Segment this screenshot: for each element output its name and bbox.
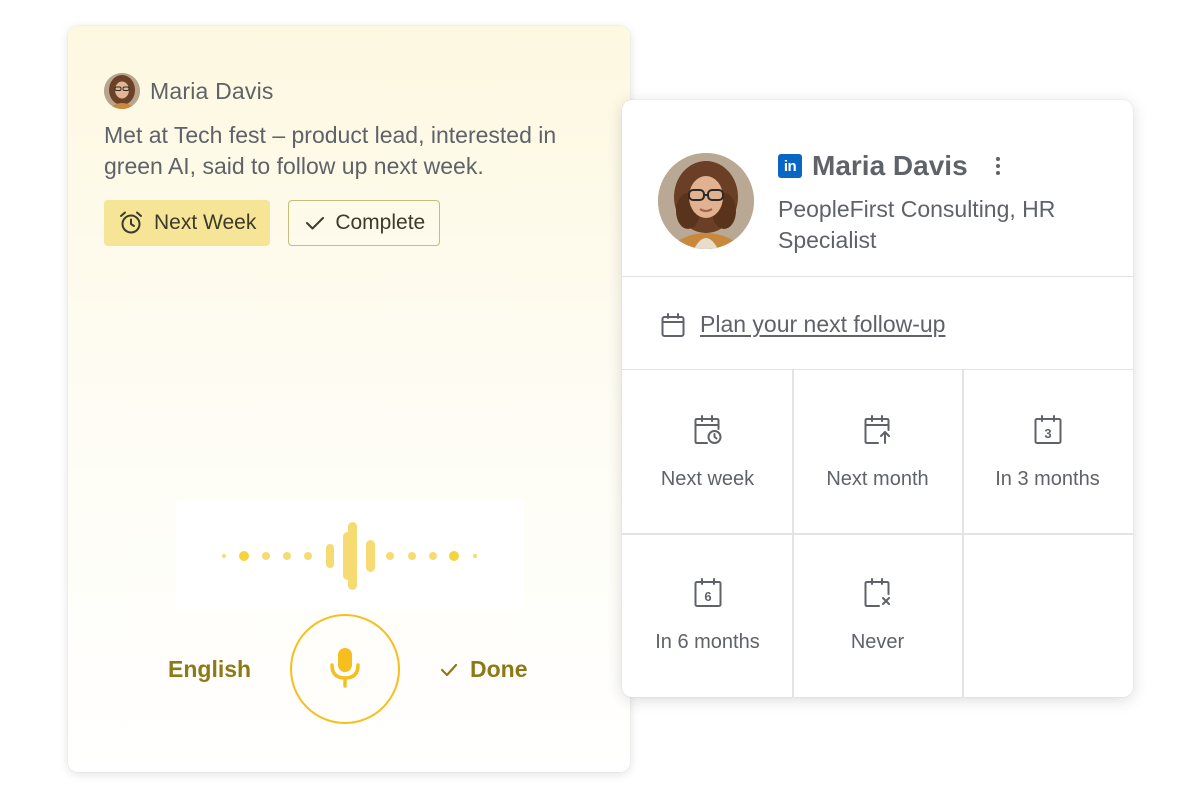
calendar-icon [660,312,686,343]
contact-role: PeopleFirst Consulting, HR Specialist [778,196,1056,253]
option-next-month[interactable]: Next month [792,370,963,533]
calendar-number: 3 [1044,426,1051,441]
complete-chip-label: Complete [335,211,426,234]
note-contact-name: Maria Davis [150,77,274,104]
waveform-dot [408,552,416,560]
audio-waveform [176,500,524,610]
option-label: Never [850,631,905,653]
plan-follow-up-link[interactable]: Plan your next follow-up [700,311,945,338]
linkedin-icon: in [778,154,802,178]
alarm-clock-icon [118,210,144,236]
done-button[interactable]: Done [440,656,528,683]
waveform-dot [283,552,291,560]
note-chips: Next Week Complete [104,200,441,246]
note-header: Maria Davis [104,73,274,109]
option-never[interactable]: Never [792,533,963,696]
option-in-3-months[interactable]: 3 In 3 months [962,370,1133,533]
calendar-clock-icon [693,414,723,446]
checkmark-icon [440,656,458,683]
waveform-dot [429,552,437,560]
voice-controls: English Done [68,614,630,726]
calendar-arrow-icon [863,414,893,446]
checkmark-icon [305,215,325,231]
note-text: Met at Tech fest – product lead, interes… [104,122,557,179]
done-label: Done [470,656,528,682]
waveform-bar [326,544,334,568]
contact-profile: in Maria Davis PeopleFirst Consulting, H… [622,100,1133,277]
contact-card: in Maria Davis PeopleFirst Consulting, H… [622,100,1133,697]
calendar-6-icon: 6 [693,577,723,609]
option-label: In 3 months [995,468,1100,490]
option-label: Next month [826,468,929,490]
language-button[interactable]: English [168,656,251,683]
follow-up-options: Next week Next month 3 In 3 months 6 In … [622,370,1133,697]
calendar-x-icon [863,577,893,609]
option-label: In 6 months [655,631,760,653]
option-next-week[interactable]: Next week [622,370,793,533]
calendar-number: 6 [704,589,711,604]
waveform-dot [222,554,226,558]
avatar [104,73,140,109]
plan-follow-up-row: Plan your next follow-up [622,277,1133,370]
profile-title: in Maria Davis [778,150,1006,182]
waveform-dot [304,552,312,560]
contact-name: Maria Davis [812,150,968,181]
next-week-chip[interactable]: Next Week [104,200,271,246]
waveform-dot [262,552,270,560]
waveform-dot [473,554,477,558]
waveform-bar [348,522,357,590]
avatar [658,153,754,249]
complete-chip[interactable]: Complete [288,200,441,246]
more-dot [995,164,1000,168]
option-label: Next week [660,468,755,490]
empty-cell [962,533,1133,696]
more-dot [995,157,1000,161]
calendar-3-icon: 3 [1033,414,1063,446]
waveform-dot [449,551,459,561]
more-options-button[interactable] [990,153,1006,179]
next-week-chip-label: Next Week [154,211,257,234]
waveform-bar [366,540,375,572]
microphone-icon [328,646,362,693]
waveform-dot [386,552,394,560]
option-in-6-months[interactable]: 6 In 6 months [622,533,793,696]
voice-note-card: Maria Davis Met at Tech fest – product l… [68,26,630,772]
more-dot [995,171,1000,175]
microphone-button[interactable] [290,614,400,724]
waveform-dot [239,551,249,561]
